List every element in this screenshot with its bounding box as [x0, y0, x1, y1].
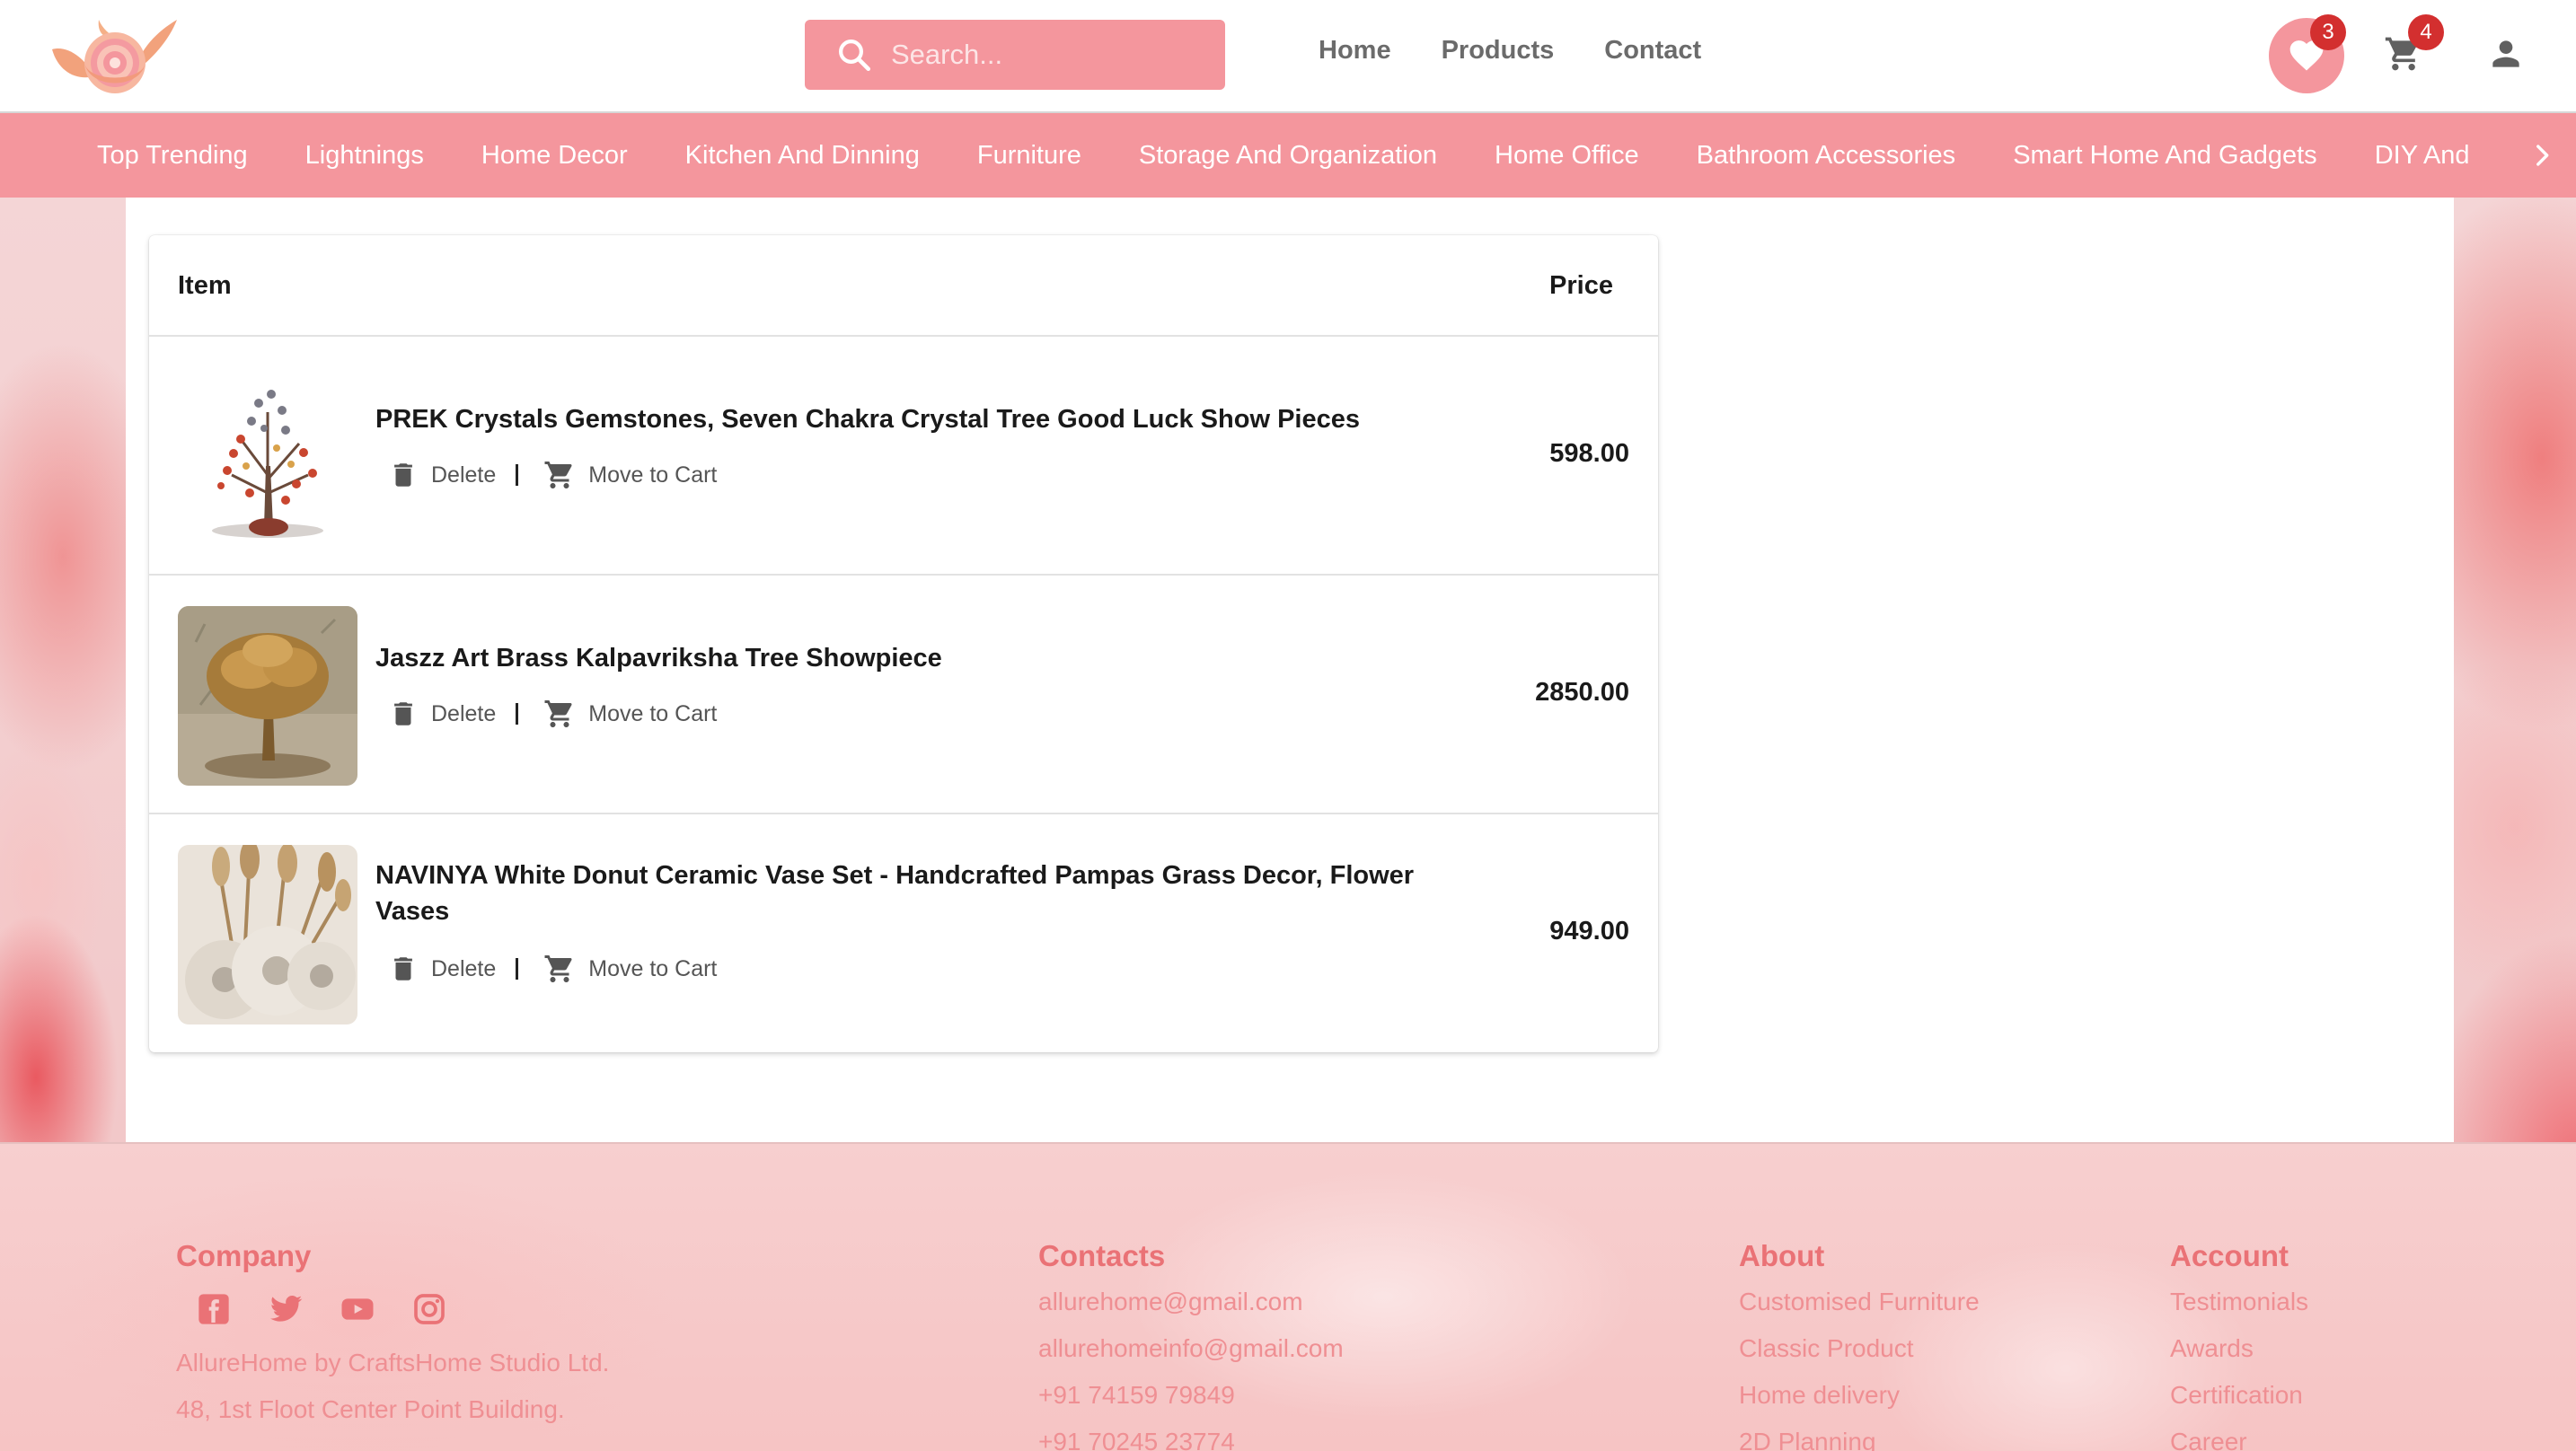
action-divider: [516, 464, 519, 486]
product-name[interactable]: Jaszz Art Brass Kalpavriksha Tree Showpi…: [375, 640, 1453, 676]
delete-label: Delete: [431, 955, 497, 981]
about-link[interactable]: Customised Furniture: [1739, 1279, 1980, 1325]
product-image-donut-vase[interactable]: [178, 845, 357, 1024]
company-address-line: 48, 1st Floot Center Point Building.: [176, 1395, 565, 1423]
site-footer: Company AllureHome by CraftsHome Studio …: [0, 1142, 2576, 1451]
cart-icon: [544, 462, 572, 488]
category-smart-home-and-gadgets[interactable]: Smart Home And Gadgets: [2013, 141, 2317, 171]
account-link[interactable]: Awards: [2170, 1325, 2308, 1372]
product-name[interactable]: PREK Crystals Gemstones, Seven Chakra Cr…: [375, 401, 1453, 437]
delete-icon: [394, 463, 412, 487]
category-home-decor[interactable]: Home Decor: [481, 141, 628, 171]
account-link[interactable]: Certification: [2170, 1372, 2308, 1419]
category-list: Top Trending Lightnings Home Decor Kitch…: [97, 113, 2522, 198]
search-input[interactable]: [891, 39, 1187, 71]
category-home-office[interactable]: Home Office: [1495, 141, 1639, 171]
move-to-cart-label: Move to Cart: [588, 700, 718, 726]
product-price: 949.00: [1549, 917, 1629, 945]
instagram-icon[interactable]: [411, 1291, 447, 1327]
footer-heading-account: Account: [2170, 1239, 2289, 1272]
product-price: 2850.00: [1535, 678, 1629, 707]
move-to-cart-button[interactable]: Move to Cart: [543, 953, 717, 985]
category-kitchen-and-dinning[interactable]: Kitchen And Dinning: [685, 141, 920, 171]
search-icon[interactable]: [835, 36, 873, 74]
main-panel: Item Price PREK Crystals Gemstones, Seve…: [126, 198, 2454, 1142]
footer-account: Account Testimonials Awards Certificatio…: [2170, 1239, 2308, 1451]
company-address-line: AllureHome by CraftsHome Studio Ltd.: [176, 1349, 610, 1376]
nav-home[interactable]: Home: [1319, 36, 1391, 66]
footer-contacts: Contacts allurehome@gmail.com allurehome…: [1038, 1239, 1344, 1451]
move-to-cart-button[interactable]: Move to Cart: [543, 459, 717, 491]
table-row: PREK Crystals Gemstones, Seven Chakra Cr…: [149, 337, 1658, 576]
youtube-icon[interactable]: [340, 1291, 375, 1327]
delete-label: Delete: [431, 700, 497, 726]
contact-email-link[interactable]: allurehomeinfo@gmail.com: [1038, 1325, 1344, 1372]
footer-company: Company AllureHome by CraftsHome Studio …: [176, 1239, 609, 1433]
product-image-crystal-tree[interactable]: [178, 367, 357, 547]
move-to-cart-label: Move to Cart: [588, 462, 718, 488]
table-header: Item Price: [149, 235, 1658, 337]
social-links: [196, 1291, 609, 1327]
wishlist-table: Item Price PREK Crystals Gemstones, Seve…: [149, 235, 1658, 1052]
column-header-item: Item: [178, 271, 232, 300]
category-lightnings[interactable]: Lightnings: [305, 141, 424, 171]
footer-heading-company: Company: [176, 1239, 312, 1272]
cart-icon: [544, 955, 572, 982]
category-furniture[interactable]: Furniture: [977, 141, 1081, 171]
move-to-cart-label: Move to Cart: [588, 955, 718, 981]
action-divider: [516, 958, 519, 980]
product-image-brass-tree[interactable]: [178, 606, 357, 786]
about-link[interactable]: 2D Planning: [1739, 1419, 1980, 1451]
category-bar: Top Trending Lightnings Home Decor Kitch…: [0, 113, 2576, 198]
chevron-right-icon: [2536, 145, 2549, 166]
table-row: Jaszz Art Brass Kalpavriksha Tree Showpi…: [149, 576, 1658, 814]
row-actions: Delete Move to Cart: [388, 953, 717, 985]
category-scroll-next-button[interactable]: [2524, 137, 2560, 173]
row-actions: Delete Move to Cart: [388, 698, 717, 730]
user-icon: [2492, 40, 2519, 67]
delete-icon: [394, 702, 412, 726]
contact-phone-link[interactable]: +91 74159 79849: [1038, 1372, 1344, 1419]
action-divider: [516, 703, 519, 725]
cart-count-badge: 4: [2408, 14, 2444, 50]
category-top-trending[interactable]: Top Trending: [97, 141, 248, 171]
footer-heading-about: About: [1739, 1239, 1825, 1272]
category-diy-and[interactable]: DIY And: [2375, 141, 2470, 171]
contact-phone-link[interactable]: +91 70245 23774: [1038, 1419, 1344, 1451]
product-name[interactable]: NAVINYA White Donut Ceramic Vase Set - H…: [375, 857, 1453, 929]
contact-email-link[interactable]: allurehome@gmail.com: [1038, 1279, 1344, 1325]
category-storage-and-organization[interactable]: Storage And Organization: [1139, 141, 1437, 171]
delete-label: Delete: [431, 462, 497, 488]
move-to-cart-button[interactable]: Move to Cart: [543, 698, 717, 730]
main-nav: Home Products Contact: [1319, 36, 1701, 66]
column-header-price: Price: [1549, 271, 1613, 300]
category-bathroom-accessories[interactable]: Bathroom Accessories: [1697, 141, 1956, 171]
footer-about: About Customised Furniture Classic Produ…: [1739, 1239, 1980, 1451]
table-row: NAVINYA White Donut Ceramic Vase Set - H…: [149, 814, 1658, 1053]
row-actions: Delete Move to Cart: [388, 459, 717, 491]
account-link[interactable]: Career: [2170, 1419, 2308, 1451]
nav-products[interactable]: Products: [1442, 36, 1555, 66]
nav-contact[interactable]: Contact: [1604, 36, 1701, 66]
about-link[interactable]: Classic Product: [1739, 1325, 1980, 1372]
delete-button[interactable]: Delete: [388, 699, 496, 729]
account-link[interactable]: Testimonials: [2170, 1279, 2308, 1325]
account-button[interactable]: [2481, 29, 2531, 79]
logo-flower-icon[interactable]: [45, 9, 184, 99]
about-link[interactable]: Home delivery: [1739, 1372, 1980, 1419]
twitter-icon[interactable]: [268, 1291, 304, 1327]
facebook-icon[interactable]: [196, 1291, 232, 1327]
cart-icon: [544, 700, 572, 727]
delete-button[interactable]: Delete: [388, 460, 496, 490]
top-header: Home Products Contact 3 4: [0, 0, 2576, 113]
wishlist-count-badge: 3: [2310, 14, 2346, 50]
footer-heading-contacts: Contacts: [1038, 1239, 1166, 1272]
delete-icon: [394, 957, 412, 981]
product-price: 598.00: [1549, 439, 1629, 468]
delete-button[interactable]: Delete: [388, 954, 496, 984]
search-box[interactable]: [805, 20, 1225, 90]
